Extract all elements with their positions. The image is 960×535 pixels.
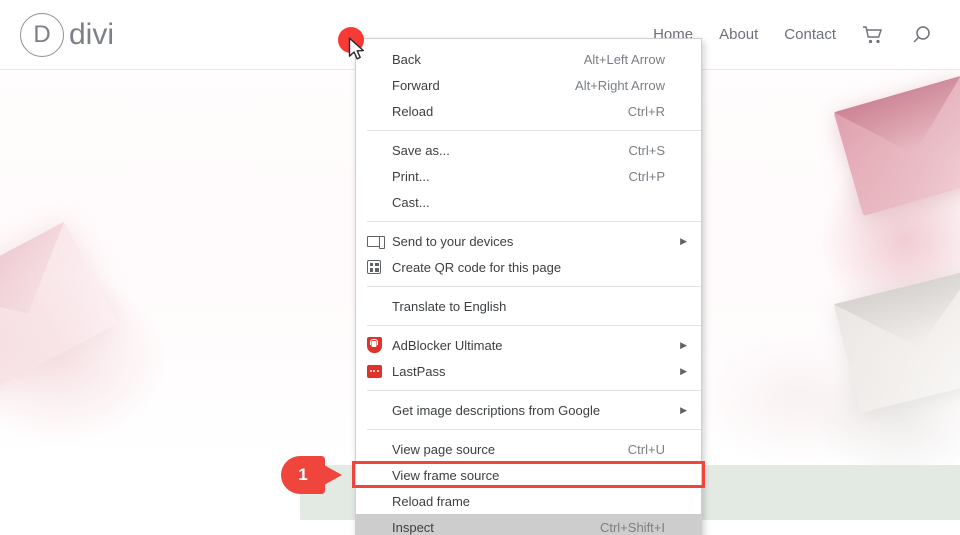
search-icon[interactable] xyxy=(910,23,934,47)
menu-item-cast[interactable]: Cast... xyxy=(356,189,701,215)
menu-item-shortcut: Alt+Right Arrow xyxy=(575,77,665,93)
menu-item-reload-frame[interactable]: Reload frame xyxy=(356,488,701,514)
menu-separator xyxy=(367,286,701,287)
menu-item-label: Reload xyxy=(392,103,434,119)
step-callout-number: 1 xyxy=(281,456,325,494)
menu-item-label: Cast... xyxy=(392,194,430,210)
menu-item-shortcut: Ctrl+R xyxy=(627,103,665,119)
browser-context-menu[interactable]: Back Alt+Left Arrow Forward Alt+Right Arrow… xyxy=(355,38,702,535)
devices-icon xyxy=(356,235,392,249)
menu-item-send-to-devices[interactable]: Send to your devices ▶ xyxy=(356,228,701,254)
menu-item-label: Reload frame xyxy=(392,493,471,509)
menu-item-back[interactable]: Back Alt+Left Arrow xyxy=(356,46,701,72)
menu-item-label: Inspect xyxy=(392,519,434,535)
menu-item-label: Back xyxy=(392,51,421,67)
menu-separator xyxy=(367,325,701,326)
menu-item-label: Create QR code for this page xyxy=(392,259,562,275)
menu-item-label: Forward xyxy=(392,77,440,93)
menu-item-shortcut: Ctrl+U xyxy=(627,441,665,457)
menu-item-save-as[interactable]: Save as... Ctrl+S xyxy=(356,137,701,163)
menu-item-image-descriptions[interactable]: Get image descriptions from Google ▶ xyxy=(356,397,701,423)
menu-item-label: Print... xyxy=(392,168,430,184)
menu-item-shortcut: Alt+Left Arrow xyxy=(583,51,665,67)
menu-item-label: LastPass xyxy=(392,363,446,379)
menu-item-view-frame-source[interactable]: View frame source xyxy=(356,462,701,488)
menu-item-label: View page source xyxy=(392,441,496,457)
screenshot-root: My P Curabitur non nulla sit amet n aliq… xyxy=(0,0,960,535)
menu-item-lastpass[interactable]: LastPass ▶ xyxy=(356,358,701,384)
menu-separator xyxy=(367,221,701,222)
menu-item-reload[interactable]: Reload Ctrl+R xyxy=(356,98,701,124)
site-logo[interactable]: D divi xyxy=(20,12,115,57)
menu-item-create-qr-code[interactable]: Create QR code for this page xyxy=(356,254,701,280)
menu-separator xyxy=(367,429,701,430)
submenu-arrow-icon: ▶ xyxy=(680,339,687,350)
menu-item-forward[interactable]: Forward Alt+Right Arrow xyxy=(356,72,701,98)
menu-item-print[interactable]: Print... Ctrl+P xyxy=(356,163,701,189)
nav-item-contact[interactable]: Contact xyxy=(784,26,836,43)
cart-icon[interactable] xyxy=(862,25,884,45)
submenu-arrow-icon: ▶ xyxy=(680,404,687,415)
menu-item-inspect[interactable]: Inspect Ctrl+Shift+I xyxy=(356,514,701,535)
menu-item-label: View frame source xyxy=(392,467,500,483)
logo-text: divi xyxy=(69,17,115,51)
menu-item-shortcut: Ctrl+S xyxy=(628,142,665,158)
menu-item-view-page-source[interactable]: View page source Ctrl+U xyxy=(356,436,701,462)
submenu-arrow-icon: ▶ xyxy=(680,235,687,246)
menu-item-translate[interactable]: Translate to English xyxy=(356,293,701,319)
menu-separator xyxy=(367,390,701,391)
submenu-arrow-icon: ▶ xyxy=(680,365,687,376)
menu-item-shortcut: Ctrl+P xyxy=(628,168,665,184)
menu-item-adblocker-ultimate[interactable]: AdBlocker Ultimate ▶ xyxy=(356,332,701,358)
decorative-envelope-top-right xyxy=(833,75,960,217)
menu-item-label: Save as... xyxy=(392,142,450,158)
menu-item-label: Translate to English xyxy=(392,298,507,314)
qr-code-icon xyxy=(356,260,392,274)
adblocker-shield-icon xyxy=(356,337,392,353)
menu-item-label: Get image descriptions from Google xyxy=(392,402,601,418)
menu-item-label: Send to your devices xyxy=(392,233,514,249)
step-callout: 1 xyxy=(281,456,325,494)
logo-mark-icon: D xyxy=(20,12,64,57)
menu-item-shortcut: Ctrl+Shift+I xyxy=(599,519,665,535)
mouse-cursor-icon xyxy=(348,37,368,68)
lastpass-icon xyxy=(356,364,392,378)
menu-separator xyxy=(367,130,701,131)
nav-item-about[interactable]: About xyxy=(719,26,758,43)
menu-item-label: AdBlocker Ultimate xyxy=(392,337,503,353)
